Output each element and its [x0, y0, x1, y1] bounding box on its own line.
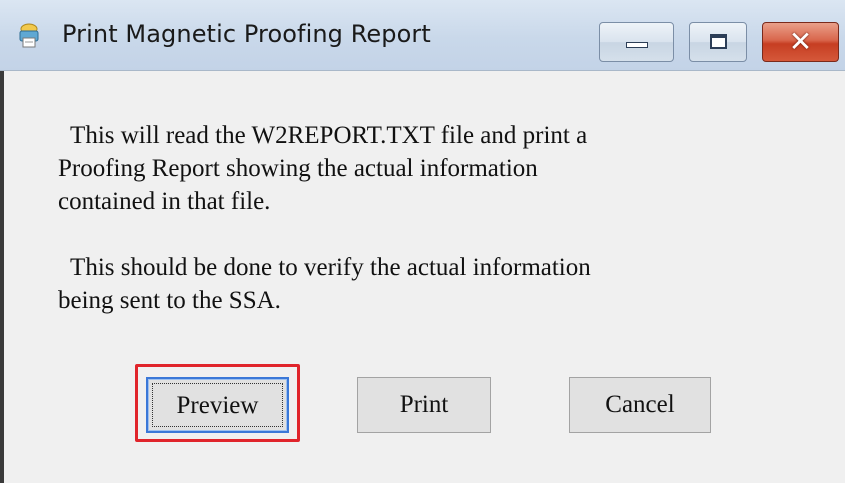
- cancel-button[interactable]: Cancel: [569, 377, 711, 433]
- close-icon: ✕: [788, 25, 813, 58]
- close-button[interactable]: ✕: [762, 22, 839, 62]
- dialog-window: Print Magnetic Proofing Report ✕ This wi…: [0, 0, 845, 483]
- print-button[interactable]: Print: [357, 377, 491, 433]
- focus-rectangle: [152, 383, 283, 427]
- dialog-body: This will read the W2REPORT.TXT file and…: [0, 71, 845, 483]
- printer-app-icon: [19, 23, 39, 48]
- title-bar[interactable]: Print Magnetic Proofing Report ✕: [0, 0, 845, 71]
- minimize-icon: [626, 42, 648, 48]
- window-title: Print Magnetic Proofing Report: [62, 20, 431, 48]
- preview-button[interactable]: Preview: [146, 377, 289, 433]
- message-paragraph-2: This should be done to verify the actual…: [58, 254, 591, 314]
- maximize-icon: [710, 34, 727, 49]
- minimize-button[interactable]: [599, 22, 674, 62]
- cancel-button-label: Cancel: [605, 391, 675, 418]
- maximize-button[interactable]: [689, 22, 747, 62]
- window-border: [0, 71, 4, 483]
- message-paragraph-1: This will read the W2REPORT.TXT file and…: [58, 122, 588, 215]
- print-button-label: Print: [399, 391, 449, 418]
